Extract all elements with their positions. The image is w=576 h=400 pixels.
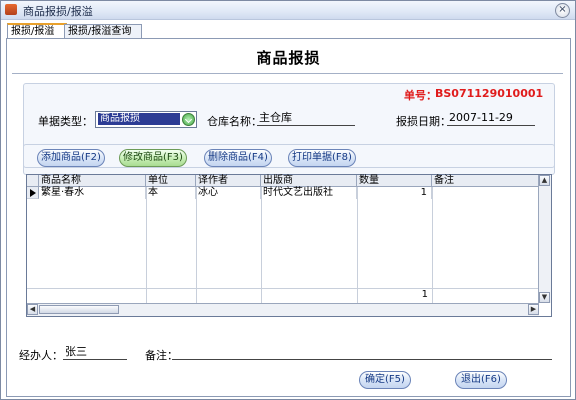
cell-quantity[interactable]: 1 (357, 187, 432, 199)
delete-item-button[interactable]: 删除商品(F4) (204, 149, 272, 167)
handler-field[interactable]: 张三 (63, 345, 127, 360)
cell-unit[interactable]: 本 (146, 187, 196, 199)
doc-number-label: 单号： (404, 89, 437, 102)
items-table[interactable]: 商品名称 单位 译作者 出版商 数量 备注 繁星·春水 本 冰心 时代文艺出版社… (26, 174, 552, 317)
divider (12, 73, 563, 75)
column-header-unit[interactable]: 单位 (146, 175, 196, 187)
column-header-publisher[interactable]: 出版商 (261, 175, 357, 187)
summary-divider (27, 288, 539, 289)
edit-item-button[interactable]: 修改商品(F3) (119, 149, 187, 167)
warehouse-field[interactable]: 主仓库 (257, 111, 355, 126)
form-panel: 商品报损 单号： BS071129010001 单据类型： 商品报损 仓库名称：… (6, 38, 571, 397)
tab-report-query[interactable]: 报损/报溢查询 (64, 24, 142, 38)
remark-field[interactable] (172, 345, 552, 360)
scroll-up-icon[interactable]: ▲ (539, 175, 550, 186)
column-header-note[interactable]: 备注 (432, 175, 539, 187)
confirm-button[interactable]: 确定(F5) (359, 371, 411, 389)
column-header-name[interactable]: 商品名称 (39, 175, 146, 187)
app-icon (5, 4, 17, 15)
print-button[interactable]: 打印单据(F8) (288, 149, 356, 167)
column-divider (261, 187, 262, 303)
close-icon[interactable]: × (555, 3, 570, 18)
cell-author[interactable]: 冰心 (196, 187, 261, 199)
exit-button[interactable]: 退出(F6) (455, 371, 507, 389)
column-header-author[interactable]: 译作者 (196, 175, 261, 187)
date-label: 报损日期： (396, 115, 451, 128)
doc-type-value: 商品报损 (98, 113, 180, 125)
handler-label: 经办人： (19, 349, 63, 362)
scroll-down-icon[interactable]: ▼ (539, 292, 550, 303)
vertical-scrollbar[interactable]: ▲ ▼ (538, 175, 551, 303)
row-pointer-icon (27, 187, 39, 199)
quantity-total: 1 (421, 289, 428, 300)
add-item-button[interactable]: 添加商品(F2) (37, 149, 105, 167)
title-bar: 商品报损/报溢 × (1, 1, 575, 20)
scroll-left-icon[interactable]: ◀ (27, 304, 38, 315)
doc-type-select[interactable]: 商品报损 (95, 111, 197, 128)
scroll-right-icon[interactable]: ▶ (528, 304, 539, 315)
column-divider (146, 187, 147, 303)
date-field[interactable]: 2007-11-29 (447, 111, 535, 126)
column-divider (357, 187, 358, 303)
tab-report-loss[interactable]: 报损/报溢 (7, 23, 67, 39)
warehouse-label: 仓库名称： (207, 115, 262, 128)
window-title: 商品报损/报溢 (23, 5, 93, 18)
row-indicator-header (27, 175, 39, 187)
column-divider (196, 187, 197, 303)
cell-publisher[interactable]: 时代文艺出版社 (261, 187, 357, 199)
doc-type-label: 单据类型： (38, 115, 93, 128)
cell-note[interactable] (432, 187, 539, 199)
page-title: 商品报损 (256, 49, 321, 67)
column-divider (432, 187, 433, 303)
column-header-quantity[interactable]: 数量 (357, 175, 432, 187)
chevron-down-icon[interactable] (182, 113, 195, 126)
scroll-thumb[interactable] (39, 305, 119, 314)
main-window: 商品报损/报溢 × 报损/报溢 报损/报溢查询 商品报损 单号： BS07112… (0, 0, 576, 400)
horizontal-scrollbar[interactable]: ◀ ▶ (27, 303, 539, 316)
cell-name[interactable]: 繁星·春水 (39, 187, 146, 199)
doc-number-value: BS071129010001 (435, 87, 544, 100)
